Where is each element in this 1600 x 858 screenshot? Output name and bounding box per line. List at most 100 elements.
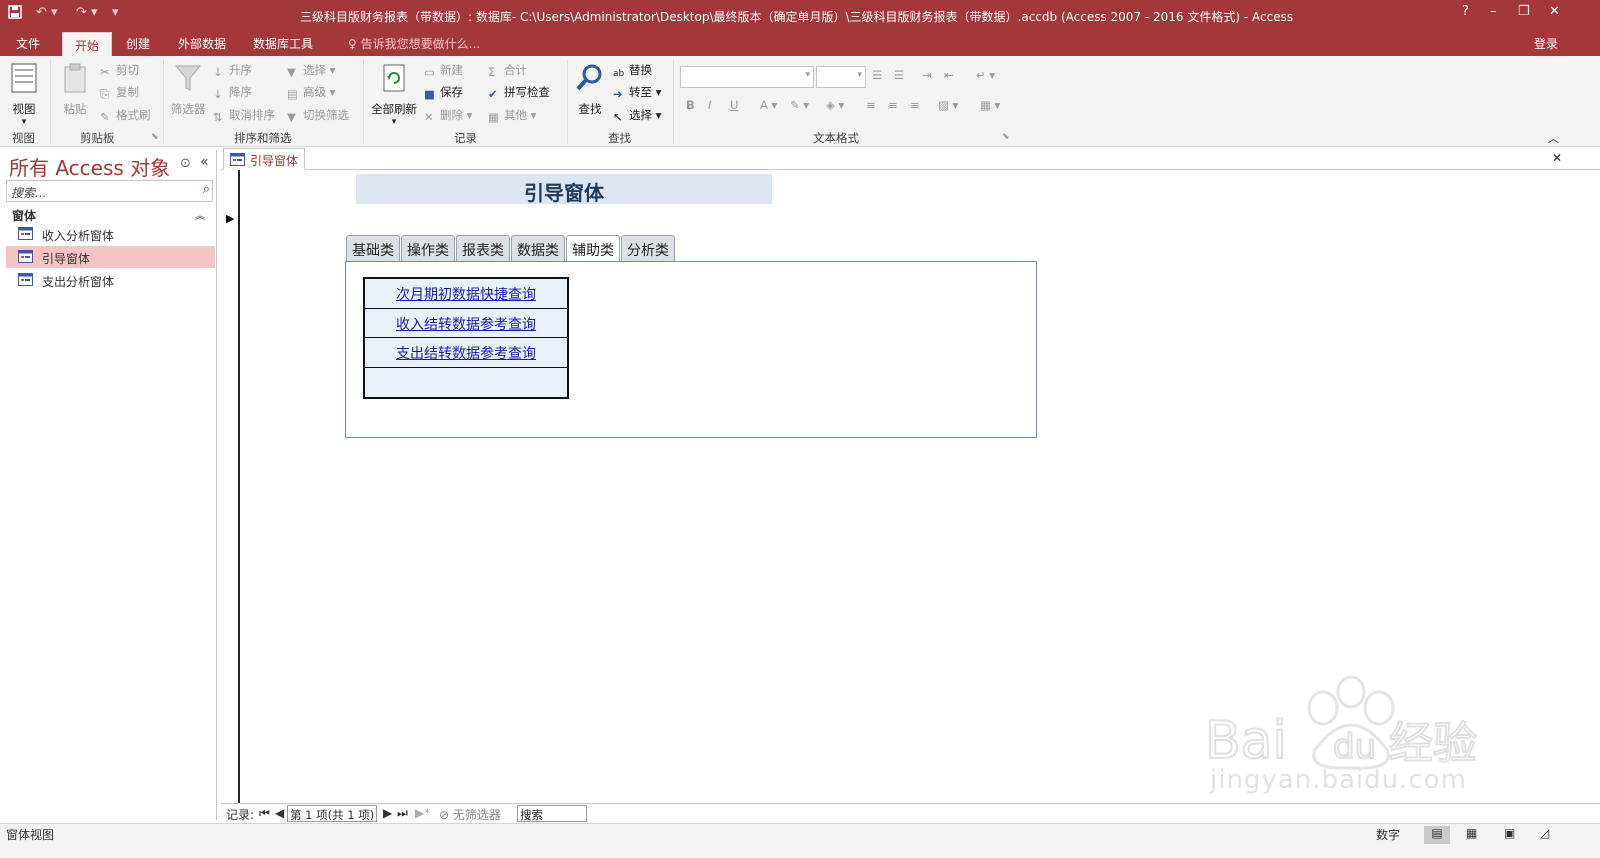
align-center-icon[interactable]: ≡ (888, 98, 898, 112)
restore-button[interactable]: ❐ (1518, 4, 1530, 19)
document-tab-guide-form[interactable]: 引导窗体 (223, 148, 305, 170)
font-name-combo[interactable]: ▾ (680, 66, 814, 88)
select-button[interactable]: ↖ 选择 ▾ (613, 107, 661, 124)
remove-sort-icon: ⇅ (213, 110, 223, 124)
nav-item-guide-form[interactable]: 引导窗体 (6, 246, 215, 268)
collapse-section-icon[interactable]: ︽ (195, 207, 205, 222)
previous-record-icon[interactable]: ◀ (275, 806, 284, 820)
record-search-input[interactable]: 搜索 (517, 805, 587, 822)
text-format-launcher-icon[interactable]: ⬊ (1002, 132, 1010, 142)
form-tab-data[interactable]: 数据类 (511, 235, 565, 262)
cut-button[interactable]: ✂ 剪切 (100, 62, 139, 79)
form-tab-basic[interactable]: 基础类 (346, 235, 400, 262)
shutter-bar-close-icon[interactable]: « (200, 154, 209, 170)
underline-button[interactable]: U (730, 98, 738, 112)
alternate-row-color-icon[interactable]: ▨ ▾ (938, 98, 958, 112)
delete-icon: ✕ (424, 110, 434, 124)
bold-button[interactable]: B (686, 98, 695, 112)
minimize-button[interactable]: – (1490, 4, 1497, 19)
help-button[interactable]: ? (1462, 4, 1469, 19)
form-icon (18, 273, 33, 286)
no-filter-button[interactable]: ⊘ 无筛选器 (439, 806, 501, 823)
numbering-icon[interactable]: ☰ (894, 68, 904, 82)
advanced-label: 高级 (303, 85, 326, 99)
customize-qat-icon[interactable]: ▾ (112, 5, 119, 20)
find-button[interactable]: 查找 (573, 62, 607, 117)
font-size-combo[interactable]: ▾ (816, 66, 866, 88)
form-tab-report[interactable]: 报表类 (456, 235, 510, 262)
current-record-input[interactable]: 第 1 项(共 1 项) (287, 805, 377, 822)
tell-me-input[interactable]: ♀ 告诉我您想要做什么... (348, 35, 480, 52)
nav-pane-title[interactable]: 所有 Access 对象 (9, 152, 170, 181)
first-record-icon[interactable]: ⏮ (259, 806, 270, 821)
spelling-button[interactable]: ✔ 拼写检查 (488, 84, 550, 101)
font-color-icon[interactable]: A ▾ (760, 98, 777, 112)
filter-button[interactable]: 筛选器 (169, 62, 207, 117)
redo-icon[interactable]: ↷ ▾ (76, 5, 98, 20)
form-view-icon[interactable]: ▤ (1424, 826, 1450, 844)
fill-color-icon[interactable]: ◈ ▾ (826, 98, 844, 112)
tab-database-tools[interactable]: 数据库工具 (253, 35, 313, 52)
delete-record-button[interactable]: ✕ 删除 ▾ (424, 107, 472, 124)
link-next-month-opening-query[interactable]: 次月期初数据快捷查询 (365, 284, 567, 304)
save-icon[interactable] (8, 5, 22, 23)
totals-button[interactable]: Σ 合计 (488, 62, 527, 79)
nav-dropdown-icon[interactable]: ⊙ (180, 156, 191, 171)
record-selector[interactable]: ▶ (221, 170, 240, 803)
tab-external-data[interactable]: 外部数据 (178, 35, 226, 52)
design-view-icon[interactable]: ◿ (1540, 826, 1549, 840)
bullets-icon[interactable]: ☰ (872, 68, 882, 82)
more-button[interactable]: ▦ 其他 ▾ (488, 107, 536, 124)
link-expense-carryover-query[interactable]: 支出结转数据参考查询 (365, 343, 567, 363)
nav-item-expense-analysis-form[interactable]: 支出分析窗体 (6, 269, 215, 291)
refresh-all-button[interactable]: 全部刷新 ▾ (369, 62, 419, 127)
tab-create[interactable]: 创建 (126, 35, 150, 52)
nav-search-input[interactable]: 搜索... ⌕ (6, 180, 213, 202)
clipboard-launcher-icon[interactable]: ⬊ (151, 132, 159, 142)
last-record-icon[interactable]: ⏭ (397, 806, 408, 821)
next-record-icon[interactable]: ▶ (383, 806, 392, 820)
align-right-icon[interactable]: ≡ (910, 98, 920, 112)
form-tab-auxiliary[interactable]: 辅助类 (566, 235, 620, 263)
save-record-button[interactable]: ■ 保存 (424, 84, 463, 101)
collapse-ribbon-icon[interactable]: ︿ (1548, 130, 1559, 146)
align-left-icon[interactable]: ≡ (866, 98, 876, 112)
toggle-filter-button[interactable]: ▼ 切换筛选 (287, 107, 349, 124)
form-tab-operation[interactable]: 操作类 (401, 235, 455, 262)
layout-view-icon[interactable]: ▣ (1504, 826, 1515, 840)
sort-ascending-button[interactable]: ↓ 升序 (213, 62, 252, 79)
replace-button[interactable]: ab 替换 (613, 62, 652, 82)
advanced-filter-button[interactable]: ▤ 高级 ▾ (287, 84, 335, 101)
search-icon[interactable]: ⌕ (203, 182, 210, 197)
sort-descending-button[interactable]: ↓ 降序 (213, 84, 252, 101)
selection-filter-button[interactable]: ▼ 选择 ▾ (287, 62, 335, 79)
form-tab-analysis[interactable]: 分析类 (621, 235, 675, 262)
link-income-carryover-query[interactable]: 收入结转数据参考查询 (365, 314, 567, 334)
group-text-format-label: 文本格式 (813, 131, 859, 145)
tab-file[interactable]: 文件 (16, 35, 40, 52)
sign-in-link[interactable]: 登录 (1534, 35, 1558, 52)
format-painter-button[interactable]: ✎ 格式刷 (100, 107, 151, 124)
copy-button[interactable]: ⎘ 复制 (100, 84, 139, 101)
paste-button[interactable]: 粘贴 (58, 62, 92, 117)
record-search-value: 搜索 (520, 808, 543, 822)
italic-button[interactable]: I (708, 98, 711, 112)
view-button[interactable]: 视图 ▾ (6, 62, 42, 127)
highlight-icon[interactable]: ✎ ▾ (790, 98, 809, 112)
paragraph-direction-icon[interactable]: ↵ ▾ (976, 68, 995, 82)
indent-decrease-icon[interactable]: ⇤ (944, 68, 954, 82)
new-record-nav-icon[interactable]: ▶* (415, 806, 430, 820)
datasheet-view-icon[interactable]: ▦ (1466, 826, 1477, 840)
undo-icon[interactable]: ↶ ▾ (36, 5, 58, 20)
tab-home[interactable]: 开始 (62, 32, 113, 56)
nav-section-forms[interactable]: 窗体 (12, 207, 36, 224)
gridlines-icon[interactable]: ▦ ▾ (980, 98, 1000, 112)
group-records-label: 记录 (454, 131, 477, 145)
goto-button[interactable]: ➜ 转至 ▾ (613, 84, 661, 101)
nav-item-income-analysis-form[interactable]: 收入分析窗体 (6, 223, 215, 245)
close-document-icon[interactable]: ✕ (1552, 151, 1562, 165)
indent-increase-icon[interactable]: ⇥ (922, 68, 932, 82)
new-record-button[interactable]: ▭ 新建 (424, 62, 463, 79)
close-button[interactable]: ✕ (1549, 4, 1560, 19)
remove-sort-button[interactable]: ⇅ 取消排序 (213, 107, 275, 124)
